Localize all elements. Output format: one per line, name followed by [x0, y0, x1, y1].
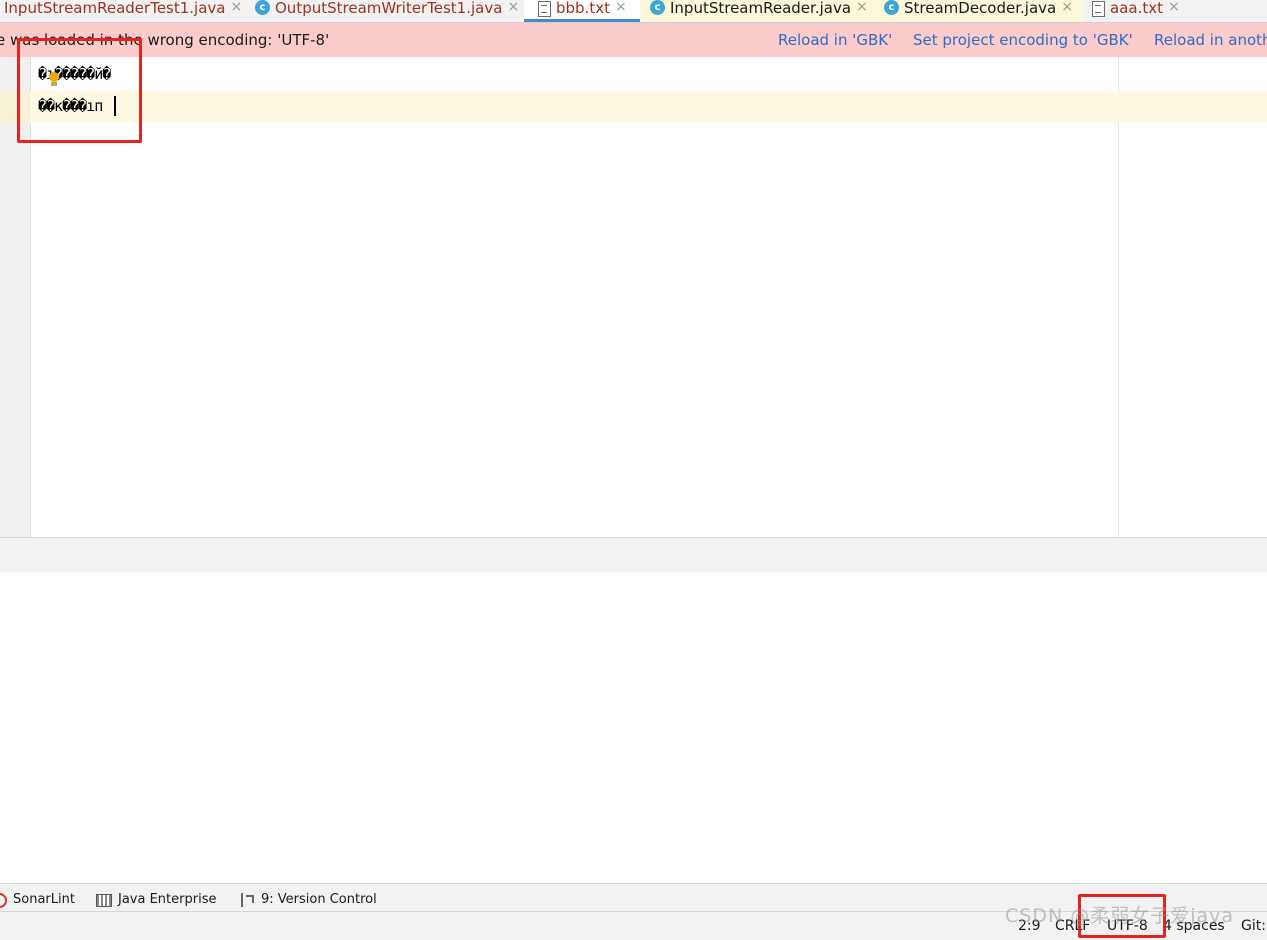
tab-outputstreamwritertest1[interactable]: c OutputStreamWriterTest1.java × [255, 0, 519, 22]
tab-label: aaa.txt [1110, 0, 1163, 17]
java-enterprise-icon [96, 893, 112, 907]
reload-gbk-link[interactable]: Reload in 'GBK' [778, 23, 892, 57]
tab-bbb-txt[interactable]: bbb.txt × [524, 0, 641, 22]
close-icon[interactable]: × [230, 0, 242, 15]
editor-tab-bar: InputStreamReaderTest1.java × c OutputSt… [0, 0, 1267, 23]
annotation-box-garbled-text [17, 38, 142, 143]
sonarlint-icon [0, 892, 7, 908]
tab-aaa-txt[interactable]: aaa.txt × [1092, 0, 1180, 22]
tab-label: OutputStreamWriterTest1.java [275, 0, 503, 17]
panel-splitter[interactable] [0, 537, 1267, 573]
right-margin-guide [1118, 57, 1119, 537]
editor-area[interactable] [31, 57, 1118, 537]
tab-label: InputStreamReader.java [670, 0, 852, 17]
tool-label: 9: Version Control [261, 892, 377, 907]
class-icon: c [650, 0, 665, 15]
sonarlint-tool-button[interactable]: SonarLint [0, 884, 75, 911]
set-project-encoding-link[interactable]: Set project encoding to 'GBK' [913, 23, 1133, 57]
tab-inputstreamreader-java[interactable]: c InputStreamReader.java × [640, 0, 878, 22]
tool-label: SonarLint [13, 892, 75, 907]
tool-label: Java Enterprise [118, 892, 217, 907]
version-control-icon [241, 893, 255, 907]
close-icon[interactable]: × [856, 0, 868, 15]
tab-label: InputStreamReaderTest1.java [4, 0, 226, 17]
class-icon: c [255, 0, 270, 15]
bottom-panel [0, 572, 1267, 883]
tab-inputstreamreadertest1[interactable]: InputStreamReaderTest1.java × [4, 0, 242, 22]
close-icon[interactable]: × [507, 0, 519, 15]
tab-label: bbb.txt [556, 0, 610, 17]
text-file-icon [1092, 1, 1105, 17]
reload-in-another-link[interactable]: Reload in anoth [1154, 23, 1267, 57]
java-enterprise-tool-button[interactable]: Java Enterprise [96, 884, 216, 911]
vcs-branch[interactable]: Git: [1241, 912, 1266, 940]
close-icon[interactable]: × [1061, 0, 1073, 15]
version-control-tool-button[interactable]: 9: Version Control [241, 884, 377, 911]
tab-streamdecoder-java[interactable]: c StreamDecoder.java × [874, 0, 1083, 22]
class-icon: c [884, 0, 899, 15]
tab-label: StreamDecoder.java [904, 0, 1057, 17]
close-icon[interactable]: × [1168, 0, 1180, 15]
close-icon[interactable]: × [615, 0, 627, 15]
encoding-warning-banner: e was loaded in the wrong encoding: 'UTF… [0, 23, 1267, 57]
text-file-icon [538, 1, 551, 17]
current-line-highlight [0, 91, 1267, 123]
watermark: CSDN @柔弱女子爱java [1005, 905, 1235, 927]
